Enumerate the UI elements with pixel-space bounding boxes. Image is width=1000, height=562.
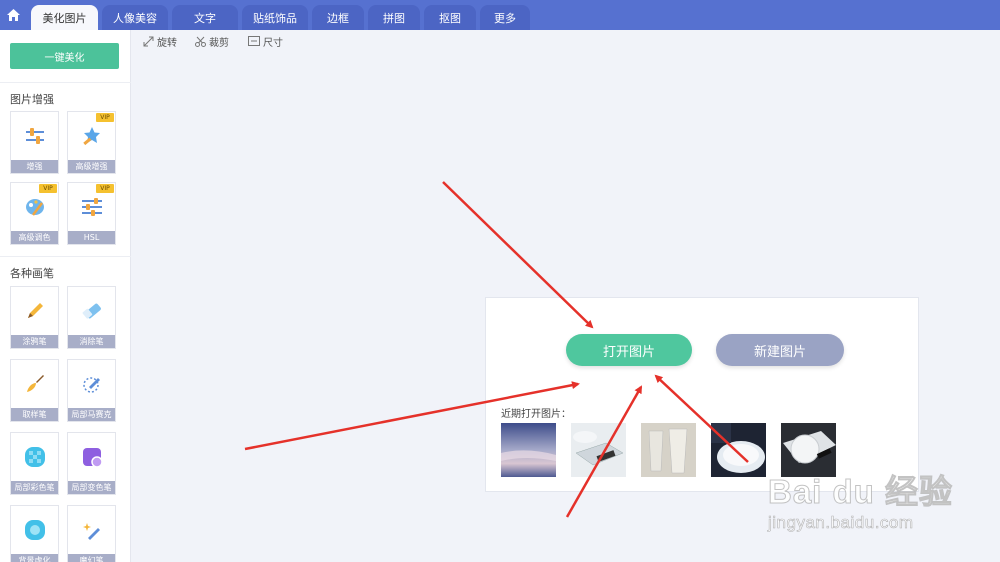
new-image-button[interactable]: 新建图片 bbox=[716, 334, 844, 366]
tool-hsl[interactable]: VIP HSL bbox=[67, 182, 116, 245]
size-button[interactable]: 尺寸 bbox=[248, 34, 283, 49]
crop-label: 裁剪 bbox=[209, 37, 229, 49]
tab-collage[interactable]: 拼图 bbox=[368, 5, 420, 30]
tool-background-blur[interactable]: 背景虚化 bbox=[10, 505, 59, 562]
tool-sampling-pen[interactable]: 取样笔 bbox=[10, 359, 59, 422]
tool-label: 取样笔 bbox=[11, 408, 58, 421]
pencil-icon bbox=[11, 287, 58, 335]
tool-magic-pen[interactable]: 魔幻笔 bbox=[67, 505, 116, 562]
vip-badge: VIP bbox=[96, 184, 114, 193]
tool-label: HSL bbox=[68, 231, 115, 244]
tool-enhance[interactable]: 增强 bbox=[10, 111, 59, 174]
tool-label: 增强 bbox=[11, 160, 58, 173]
recent-thumbnail[interactable] bbox=[711, 423, 766, 477]
tab-beautify[interactable]: 美化图片 bbox=[31, 5, 98, 30]
tool-doodle-pen[interactable]: 涂鸦笔 bbox=[10, 286, 59, 349]
color-change-icon bbox=[68, 433, 115, 481]
tool-label: 涂鸦笔 bbox=[11, 335, 58, 348]
tool-eraser-pen[interactable]: 消除笔 bbox=[67, 286, 116, 349]
tool-label: 局部彩色笔 bbox=[11, 481, 58, 494]
sliders-icon bbox=[11, 112, 58, 160]
tool-local-color-pen[interactable]: 局部彩色笔 bbox=[10, 432, 59, 495]
top-nav: 美化图片 人像美容 文字 贴纸饰品 边框 拼图 抠图 更多 bbox=[0, 0, 1000, 30]
tool-label: 背景虚化 bbox=[11, 554, 58, 562]
open-image-panel: 打开图片 新建图片 近期打开图片： bbox=[485, 297, 919, 492]
tab-text[interactable]: 文字 bbox=[172, 5, 238, 30]
rotate-label: 旋转 bbox=[157, 37, 177, 49]
tab-frames[interactable]: 边框 bbox=[312, 5, 364, 30]
vip-badge: VIP bbox=[39, 184, 57, 193]
home-icon[interactable] bbox=[0, 0, 26, 30]
recent-images-label: 近期打开图片： bbox=[501, 409, 571, 420]
watermark-brand: Bai du 经验 bbox=[767, 473, 954, 511]
size-label: 尺寸 bbox=[263, 37, 283, 49]
tool-label: 魔幻笔 bbox=[68, 554, 115, 562]
rotate-icon bbox=[143, 36, 154, 46]
section-title-enhance: 图片增强 bbox=[10, 93, 54, 106]
one-key-beautify-button[interactable]: 一键美化 bbox=[10, 43, 119, 69]
recent-thumbnail[interactable] bbox=[571, 423, 626, 477]
sidebar: 一键美化 图片增强 增强 VIP 高级增强 VIP 高级调色 VIP HSL 各… bbox=[0, 30, 131, 562]
magic-pen-icon bbox=[68, 506, 115, 554]
color-blob-icon bbox=[11, 433, 58, 481]
divider bbox=[0, 256, 131, 257]
watermark-url: jingyan.baidu.com bbox=[768, 513, 914, 533]
blur-icon bbox=[11, 506, 58, 554]
tool-label: 消除笔 bbox=[68, 335, 115, 348]
tool-local-mosaic[interactable]: 局部马赛克 bbox=[67, 359, 116, 422]
tool-local-recolor-pen[interactable]: 局部变色笔 bbox=[67, 432, 116, 495]
tool-label: 局部马赛克 bbox=[68, 408, 115, 421]
section-title-brushes: 各种画笔 bbox=[10, 267, 54, 280]
eraser-icon bbox=[68, 287, 115, 335]
tab-cutout[interactable]: 抠图 bbox=[424, 5, 476, 30]
crop-button[interactable]: 裁剪 bbox=[195, 34, 229, 49]
divider bbox=[0, 82, 131, 83]
baidu-watermark: Bai du 经验 jingyan.baidu.com bbox=[767, 465, 958, 545]
tab-more[interactable]: 更多 bbox=[480, 5, 530, 30]
tab-portrait[interactable]: 人像美容 bbox=[102, 5, 168, 30]
tool-label: 局部变色笔 bbox=[68, 481, 115, 494]
size-icon bbox=[248, 36, 260, 46]
vip-badge: VIP bbox=[96, 113, 114, 122]
open-image-button[interactable]: 打开图片 bbox=[566, 334, 692, 366]
sampling-brush-icon bbox=[11, 360, 58, 408]
tool-advanced-color[interactable]: VIP 高级调色 bbox=[10, 182, 59, 245]
tab-stickers[interactable]: 贴纸饰品 bbox=[242, 5, 308, 30]
rotate-button[interactable]: 旋转 bbox=[143, 34, 177, 49]
mosaic-pen-icon bbox=[68, 360, 115, 408]
recent-thumbnail[interactable] bbox=[501, 423, 556, 477]
tool-label: 高级调色 bbox=[11, 231, 58, 244]
recent-thumbnail[interactable] bbox=[641, 423, 696, 477]
tool-label: 高级增强 bbox=[68, 160, 115, 173]
scissors-icon bbox=[195, 36, 206, 47]
tool-advanced-enhance[interactable]: VIP 高级增强 bbox=[67, 111, 116, 174]
